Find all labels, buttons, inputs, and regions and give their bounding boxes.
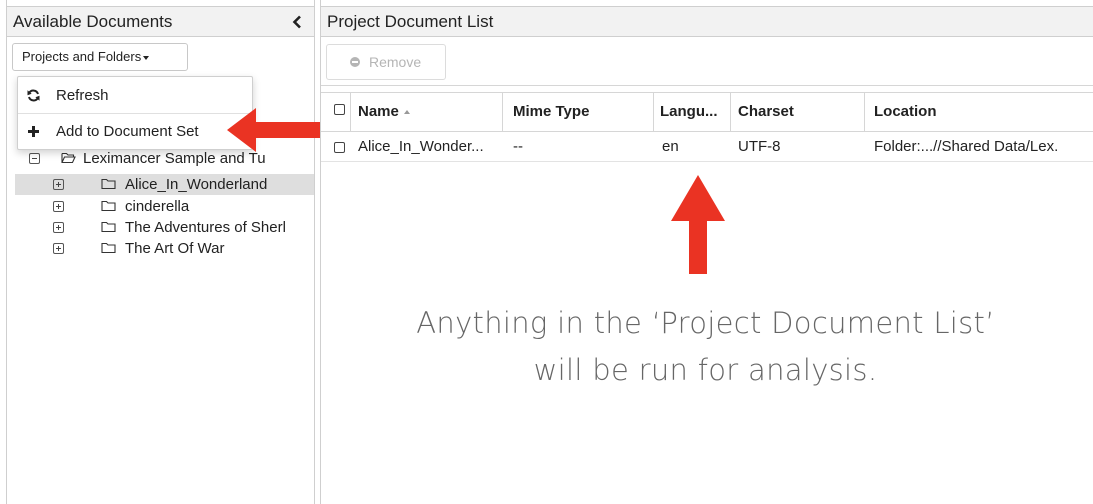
column-header-location[interactable]: Location xyxy=(865,93,1093,131)
folder-icon xyxy=(101,178,116,190)
expand-node-icon[interactable] xyxy=(53,222,64,233)
arrow-pointing-to-add-to-document-set xyxy=(227,108,320,152)
annotation-caption: Anything in the ‘Project Document List’ … xyxy=(348,300,1063,394)
column-header-label: Charset xyxy=(738,103,794,120)
tree-node-label: Alice_In_Wonderland xyxy=(125,176,268,193)
chevron-left-icon xyxy=(292,15,301,28)
expand-node-icon[interactable] xyxy=(53,201,64,212)
table-row[interactable]: Alice_In_Wonder... -- en UTF-8 Folder:..… xyxy=(321,132,1093,162)
tree-node-label: The Adventures of Sherl xyxy=(125,219,286,236)
column-header-mime-type[interactable]: Mime Type xyxy=(503,93,654,131)
tree-node-label: The Art Of War xyxy=(125,240,225,257)
grid-header: Name Mime Type Langu... Charset Location xyxy=(321,92,1093,132)
cell-location: Folder:...//Shared Data/Lex. xyxy=(874,138,1059,155)
expand-node-icon[interactable] xyxy=(53,243,64,254)
annotation-line-2: will be run for analysis. xyxy=(533,353,878,387)
available-documents-toolbar: Projects and Folders xyxy=(7,37,314,77)
folder-icon xyxy=(101,221,116,233)
available-documents-header: Available Documents xyxy=(6,6,315,37)
project-document-list-title: Project Document List xyxy=(327,12,494,31)
menu-item-label: Refresh xyxy=(56,87,109,104)
row-checkbox[interactable] xyxy=(334,142,345,153)
column-header-label: Name xyxy=(358,103,399,120)
annotation-line-1: Anything in the ‘Project Document List’ xyxy=(416,306,995,340)
caret-down-icon xyxy=(143,55,150,60)
expand-node-icon[interactable] xyxy=(53,179,64,190)
tree-node-alice-in-wonderland[interactable]: Alice_In_Wonderland xyxy=(15,174,314,195)
collapse-node-icon[interactable] xyxy=(29,153,40,164)
project-document-toolbar: Remove xyxy=(321,37,1093,86)
column-header-language[interactable]: Langu... xyxy=(654,93,731,131)
tree-node-label: cinderella xyxy=(125,198,190,215)
project-document-list-header: Project Document List xyxy=(320,6,1093,37)
menu-item-label: Add to Document Set xyxy=(56,123,199,140)
row-select-cell xyxy=(321,132,351,161)
column-header-label: Location xyxy=(874,103,937,120)
tree-node-art-of-war[interactable]: The Art Of War xyxy=(15,238,314,259)
available-documents-panel: Available Documents Projects and Folders… xyxy=(6,0,315,504)
dropdown-label: Projects and Folders xyxy=(22,49,142,64)
folder-open-icon xyxy=(61,152,76,164)
select-all-checkbox[interactable] xyxy=(334,104,345,115)
remove-button[interactable]: Remove xyxy=(326,44,446,80)
tree-node-cinderella[interactable]: cinderella xyxy=(15,196,314,217)
column-header-charset[interactable]: Charset xyxy=(731,93,865,131)
cell-charset: UTF-8 xyxy=(738,138,781,155)
sort-ascending-icon xyxy=(403,110,410,115)
menu-item-add-to-document-set[interactable]: Add to Document Set xyxy=(18,114,252,149)
projects-and-folders-dropdown[interactable]: Projects and Folders xyxy=(12,43,188,71)
tree-node-adventures-of-sherlock[interactable]: The Adventures of Sherl xyxy=(15,217,314,238)
select-all-cell xyxy=(321,93,351,131)
folder-icon xyxy=(101,200,116,212)
cell-mime-type: -- xyxy=(513,138,523,155)
column-header-label: Mime Type xyxy=(513,103,590,120)
plus-icon xyxy=(28,126,39,137)
arrow-pointing-to-document-row xyxy=(671,175,725,274)
minus-circle-icon xyxy=(350,57,360,67)
cell-name: Alice_In_Wonder... xyxy=(358,138,484,155)
column-header-name[interactable]: Name xyxy=(351,93,503,131)
menu-item-refresh[interactable]: Refresh xyxy=(18,78,252,113)
context-menu: Refresh Add to Document Set xyxy=(17,76,253,150)
refresh-icon xyxy=(27,89,40,102)
remove-button-label: Remove xyxy=(369,54,422,70)
folder-icon xyxy=(101,242,116,254)
cell-language: en xyxy=(662,138,679,155)
available-documents-title: Available Documents xyxy=(13,12,173,31)
collapse-panel-button[interactable] xyxy=(288,7,306,36)
column-header-label: Langu... xyxy=(660,103,718,120)
